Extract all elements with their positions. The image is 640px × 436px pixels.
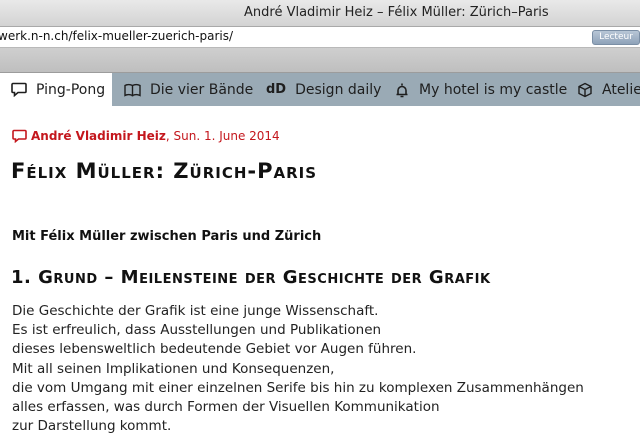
reader-button[interactable]: Lecteur (592, 30, 640, 45)
body-line: Mit all seinen Implikationen und Konsequ… (12, 360, 335, 377)
post-date: , Sun. 1. June 2014 (165, 129, 280, 143)
nav-item-label: My hotel is my castle (419, 81, 568, 98)
nav-item-design-daily[interactable]: dD Design daily (266, 73, 381, 106)
body-line: die vom Umgang mit einer einzelnen Serif… (12, 379, 584, 396)
window-title: André Vladimir Heiz – Félix Müller: Züri… (244, 5, 549, 20)
post-meta: André Vladimir Heiz, Sun. 1. June 2014 (12, 129, 280, 143)
nav-item-label: Die vier Bände (150, 81, 254, 98)
section-heading: 1. Grund – Meilensteine der Geschichte d… (11, 267, 491, 288)
nav-item-label: Atelie (602, 81, 640, 98)
speech-bubble-icon (11, 82, 27, 97)
post-author-link[interactable]: André Vladimir Heiz (31, 129, 166, 143)
browser-title-bar: André Vladimir Heiz – Félix Müller: Züri… (0, 0, 640, 27)
body-line: Die Geschichte der Grafik ist eine junge… (12, 303, 379, 319)
body-line: alles erfassen, was durch Formen der Vis… (12, 399, 440, 416)
page-title: Félix Müller: Zürich-Paris (11, 159, 318, 183)
dd-logo-icon: dD (266, 82, 287, 97)
open-book-icon (124, 83, 141, 97)
body-line: Es ist erfreulich, dass Ausstellungen un… (12, 322, 382, 339)
body-line: dieses lebensweltlich bedeutende Gebiet … (12, 341, 417, 358)
nav-item-my-hotel[interactable]: My hotel is my castle (394, 73, 567, 106)
nav-item-label: Ping-Pong (36, 81, 106, 98)
comment-icon (12, 129, 27, 143)
url-text[interactable]: werk.n-n.ch/felix-mueller-zuerich-paris/ (0, 29, 233, 43)
nav-item-atelier[interactable]: Atelie (577, 73, 640, 106)
nav-item-die-vier-baende[interactable]: Die vier Bände (124, 73, 253, 106)
post-subtitle: Mit Félix Müller zwischen Paris und Züri… (12, 229, 322, 244)
nav-item-label: Design daily (295, 81, 382, 98)
address-bar[interactable]: werk.n-n.ch/felix-mueller-zuerich-paris/… (0, 27, 640, 48)
cube-icon (578, 82, 592, 97)
bookmarks-bar (0, 48, 640, 73)
site-navigation: Ping-Pong Die vier Bände dD Design daily… (0, 73, 640, 106)
nav-item-ping-pong[interactable]: Ping-Pong (0, 73, 112, 106)
article-body: Die Geschichte der Grafik ist eine junge… (12, 302, 637, 436)
bell-icon (396, 83, 408, 97)
